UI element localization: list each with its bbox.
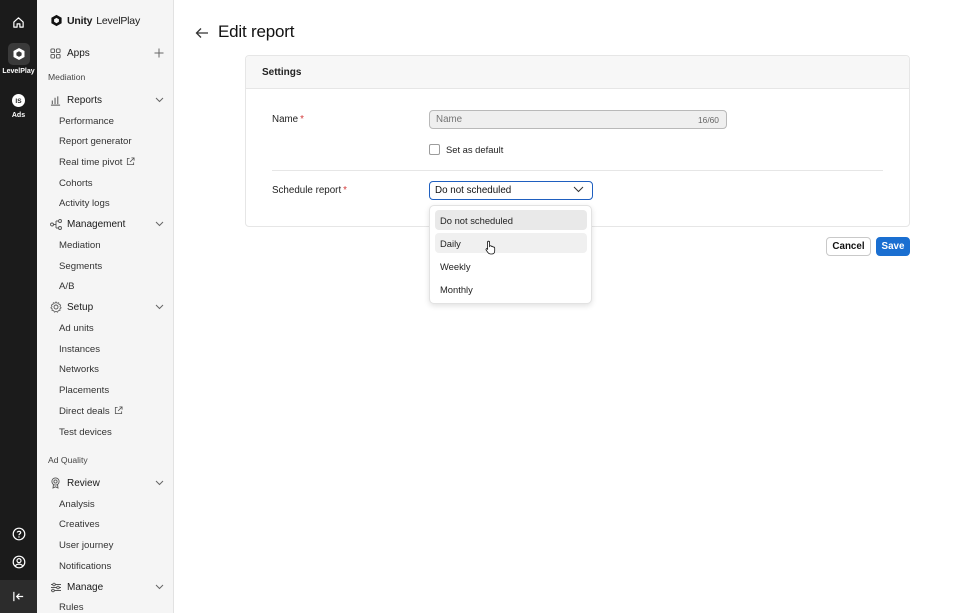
chevron-down-icon [155,584,164,590]
chevron-down-icon [155,480,164,486]
svg-text:IS: IS [15,98,22,105]
external-link-icon [114,406,123,415]
sidebar-item-mediation[interactable]: Mediation [37,235,173,255]
option-do-not-scheduled[interactable]: Do not scheduled [435,210,587,230]
sidebar-group-label: Setup [67,301,94,313]
sliders-icon [49,581,62,594]
divider [272,170,883,171]
sidebar-group-label: Management [67,218,126,230]
option-monthly[interactable]: Monthly [435,279,587,299]
grid-icon [49,47,62,60]
schedule-field-label: Schedule report * [272,185,347,196]
sidebar-group-manage[interactable]: Manage [37,577,173,597]
arrow-left-icon [195,28,208,38]
card-title: Settings [246,56,909,89]
schedule-select-value: Do not scheduled [435,185,512,196]
brand-name-light: LevelPlay [96,14,140,27]
sidebar-item-notifications[interactable]: Notifications [37,556,173,576]
home-button[interactable] [0,11,37,33]
sidebar-group-label: Reports [67,94,103,106]
levelplay-label: LevelPlay [2,68,35,75]
user-icon [8,551,30,573]
sidebar-item-real-time-pivot[interactable]: Real time pivot [37,152,173,172]
sidebar-group-management[interactable]: Management [37,214,173,234]
sidebar-item-activity-logs[interactable]: Activity logs [37,193,173,213]
character-counter: 16/60 [698,115,719,125]
ads-button[interactable]: IS Ads [0,89,37,119]
sidebar-item-placements[interactable]: Placements [37,380,173,400]
collapse-icon [13,591,24,602]
option-daily[interactable]: Daily [435,233,587,253]
section-heading-ad-quality: Ad Quality [48,455,88,465]
badge-icon [49,477,62,490]
cancel-button[interactable]: Cancel [826,237,871,256]
help-button[interactable] [0,523,37,545]
sidebar-item-apps[interactable]: Apps [37,43,173,63]
is-logo-icon: IS [8,89,30,111]
sidebar-item-ab[interactable]: A/B [37,276,173,296]
levelplay-button[interactable]: LevelPlay [0,43,37,75]
hand-pointer-icon [485,240,496,255]
chevron-down-icon [155,221,164,227]
network-nodes-icon [49,218,62,231]
home-icon [8,11,30,33]
settings-card: Settings Name* 16/60 Set as default Sche… [245,55,910,227]
schedule-select[interactable]: Do not scheduled [429,181,593,200]
unity-logo-icon [51,14,62,27]
sidebar-item-test-devices[interactable]: Test devices [37,422,173,442]
sidebar-item-label: Apps [67,47,90,59]
plus-icon[interactable] [154,48,164,58]
required-marker: * [343,185,347,196]
back-button[interactable] [194,25,210,41]
brand-name-bold: Unity [67,14,93,27]
unity-cube-icon [7,43,30,65]
option-weekly[interactable]: Weekly [435,256,587,276]
sidebar: Unity LevelPlay Apps Mediation Reports Pe… [37,0,174,613]
gear-icon [49,301,62,314]
sidebar-group-reports[interactable]: Reports [37,90,173,110]
sidebar-item-direct-deals[interactable]: Direct deals [37,401,173,421]
sidebar-item-rules[interactable]: Rules [37,597,173,613]
page-title: Edit report [218,22,295,41]
set-default-checkbox[interactable] [429,144,440,155]
chevron-down-icon [155,304,164,310]
sidebar-item-networks[interactable]: Networks [37,359,173,379]
sidebar-item-analysis[interactable]: Analysis [37,494,173,514]
sidebar-item-user-journey[interactable]: User journey [37,535,173,555]
sidebar-group-label: Review [67,477,100,489]
sidebar-item-report-generator[interactable]: Report generator [37,131,173,151]
chevron-down-icon [573,186,584,193]
app-rail: LevelPlay IS Ads [0,0,37,613]
sidebar-item-creatives[interactable]: Creatives [37,514,173,534]
sidebar-item-ad-units[interactable]: Ad units [37,318,173,338]
help-icon [8,523,30,545]
sidebar-item-instances[interactable]: Instances [37,339,173,359]
sidebar-item-performance[interactable]: Performance [37,111,173,131]
set-default-label: Set as default [446,144,504,155]
save-button[interactable]: Save [876,237,910,256]
required-marker: * [300,114,304,125]
ads-label: Ads [11,112,26,119]
name-input[interactable] [429,110,727,129]
main-content: Edit report Settings Name* 16/60 Set as … [174,0,980,613]
external-link-icon [127,157,135,166]
sidebar-group-setup[interactable]: Setup [37,297,173,317]
brand-logo[interactable]: Unity LevelPlay [50,14,140,27]
section-heading-mediation: Mediation [48,72,86,82]
sidebar-group-label: Manage [67,581,104,593]
schedule-dropdown-menu: Do not scheduled Daily Weekly Monthly [429,205,592,304]
chevron-down-icon [155,97,164,103]
account-button[interactable] [0,551,37,573]
name-field-label: Name * [272,114,304,125]
collapse-sidebar-button[interactable] [0,580,37,613]
sidebar-item-segments[interactable]: Segments [37,256,173,276]
sidebar-item-cohorts[interactable]: Cohorts [37,173,173,193]
sidebar-group-review[interactable]: Review [37,473,173,493]
bar-chart-icon [49,94,62,107]
